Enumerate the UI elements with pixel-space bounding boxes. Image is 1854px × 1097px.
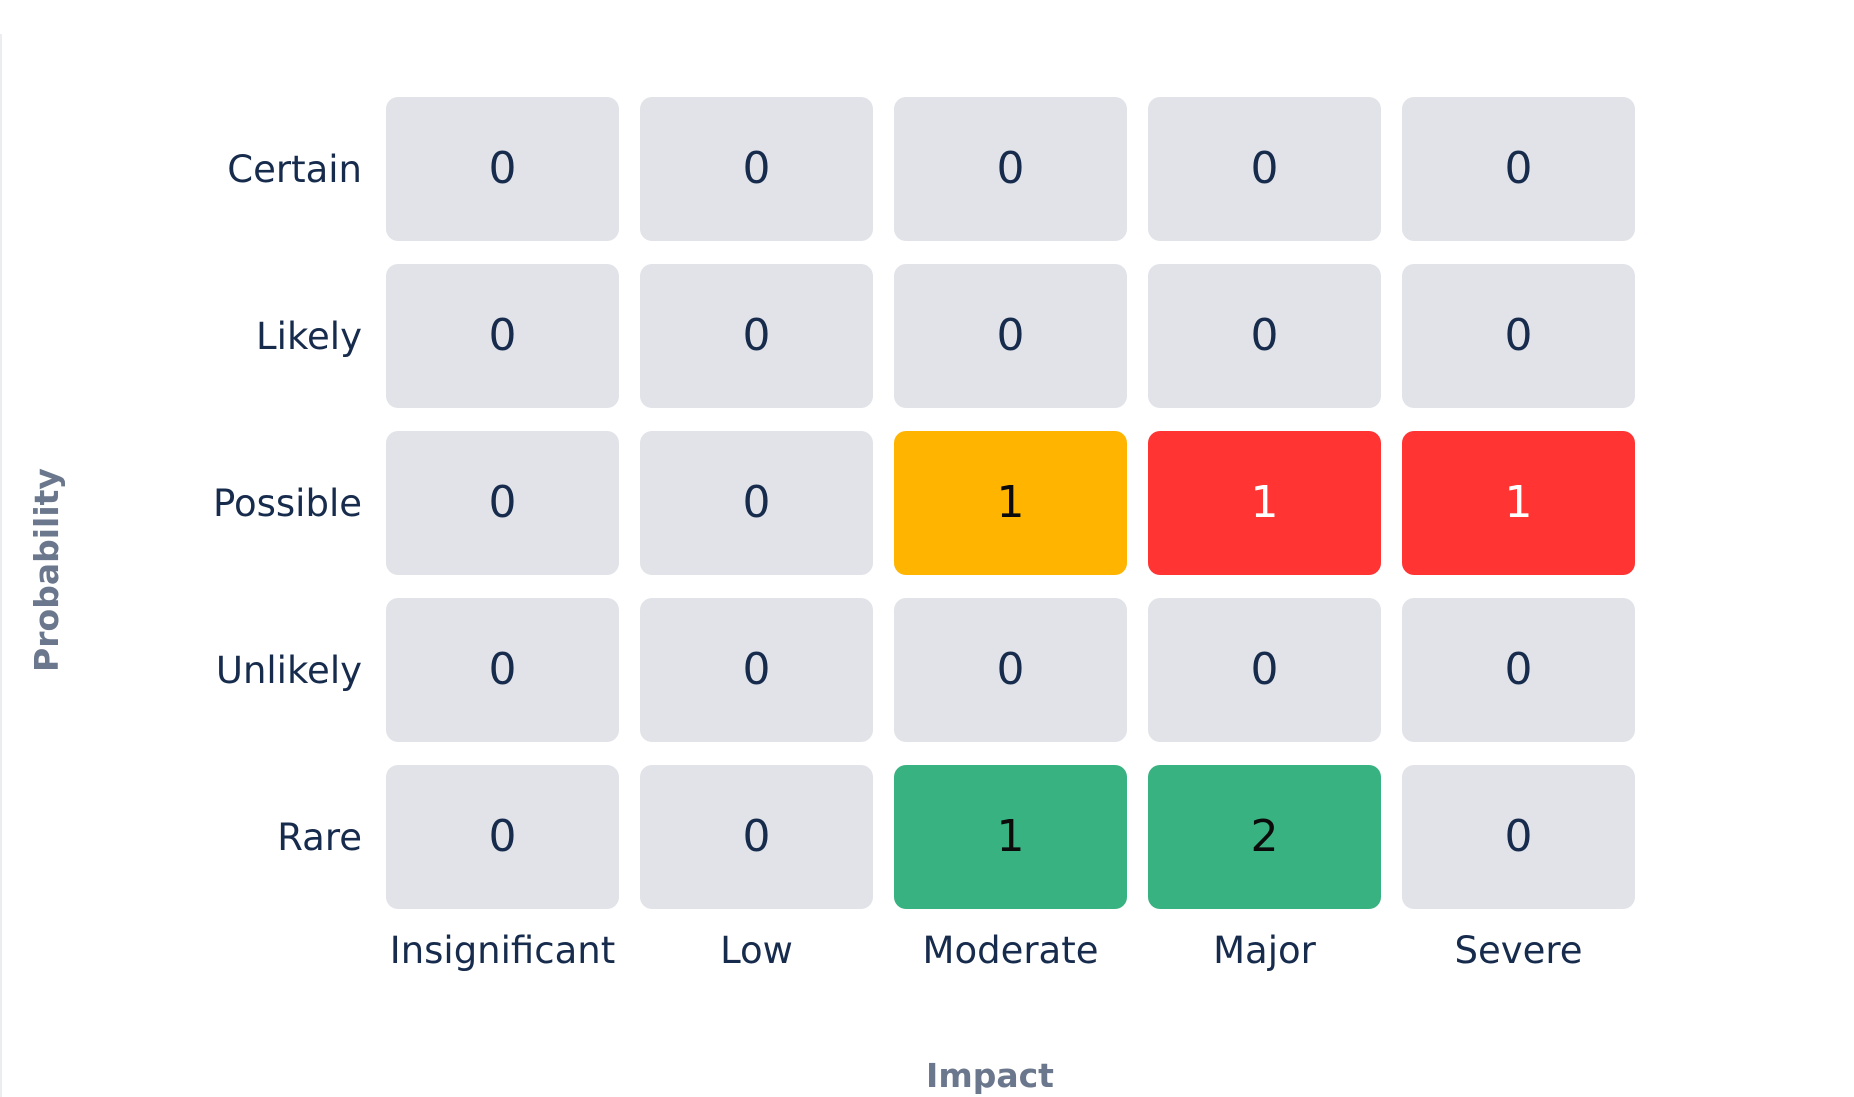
row-label: Possible xyxy=(213,481,362,525)
column-label: Severe xyxy=(1454,928,1583,972)
matrix-cell[interactable]: 1 xyxy=(894,431,1127,575)
matrix-cell[interactable]: 0 xyxy=(1402,765,1635,909)
matrix-cell[interactable]: 0 xyxy=(1402,598,1635,742)
matrix-cell[interactable]: 0 xyxy=(640,431,873,575)
matrix-cell[interactable]: 1 xyxy=(1148,431,1381,575)
matrix-cell[interactable]: 1 xyxy=(1402,431,1635,575)
row-label: Certain xyxy=(227,147,362,191)
matrix-cell[interactable]: 0 xyxy=(640,97,873,241)
matrix-cell[interactable]: 0 xyxy=(386,431,619,575)
matrix-cell[interactable]: 0 xyxy=(1148,264,1381,408)
x-axis-title: Impact xyxy=(926,1055,1054,1095)
row-label: Rare xyxy=(277,815,362,859)
matrix-cell[interactable]: 2 xyxy=(1148,765,1381,909)
matrix-cell[interactable]: 0 xyxy=(386,598,619,742)
matrix-cell[interactable]: 0 xyxy=(1148,97,1381,241)
y-axis-title: Probability xyxy=(26,468,66,672)
matrix-cell[interactable]: 0 xyxy=(1148,598,1381,742)
matrix-cell[interactable]: 0 xyxy=(640,765,873,909)
matrix-cell[interactable]: 0 xyxy=(640,598,873,742)
matrix-cell[interactable]: 1 xyxy=(894,765,1127,909)
matrix-cell[interactable]: 0 xyxy=(386,264,619,408)
matrix-cell[interactable]: 0 xyxy=(894,264,1127,408)
matrix-cell[interactable]: 0 xyxy=(1402,264,1635,408)
matrix-cell[interactable]: 0 xyxy=(386,765,619,909)
row-label: Unlikely xyxy=(215,648,362,692)
matrix-cell[interactable]: 0 xyxy=(386,97,619,241)
matrix-cell[interactable]: 0 xyxy=(894,97,1127,241)
matrix-cell[interactable]: 0 xyxy=(640,264,873,408)
matrix-cell[interactable]: 0 xyxy=(894,598,1127,742)
row-label: Likely xyxy=(256,314,362,358)
matrix-cell[interactable]: 0 xyxy=(1402,97,1635,241)
divider xyxy=(0,34,2,1097)
risk-matrix-chart: 0000000000001110000000120 Certain Likely P… xyxy=(0,0,1854,1097)
